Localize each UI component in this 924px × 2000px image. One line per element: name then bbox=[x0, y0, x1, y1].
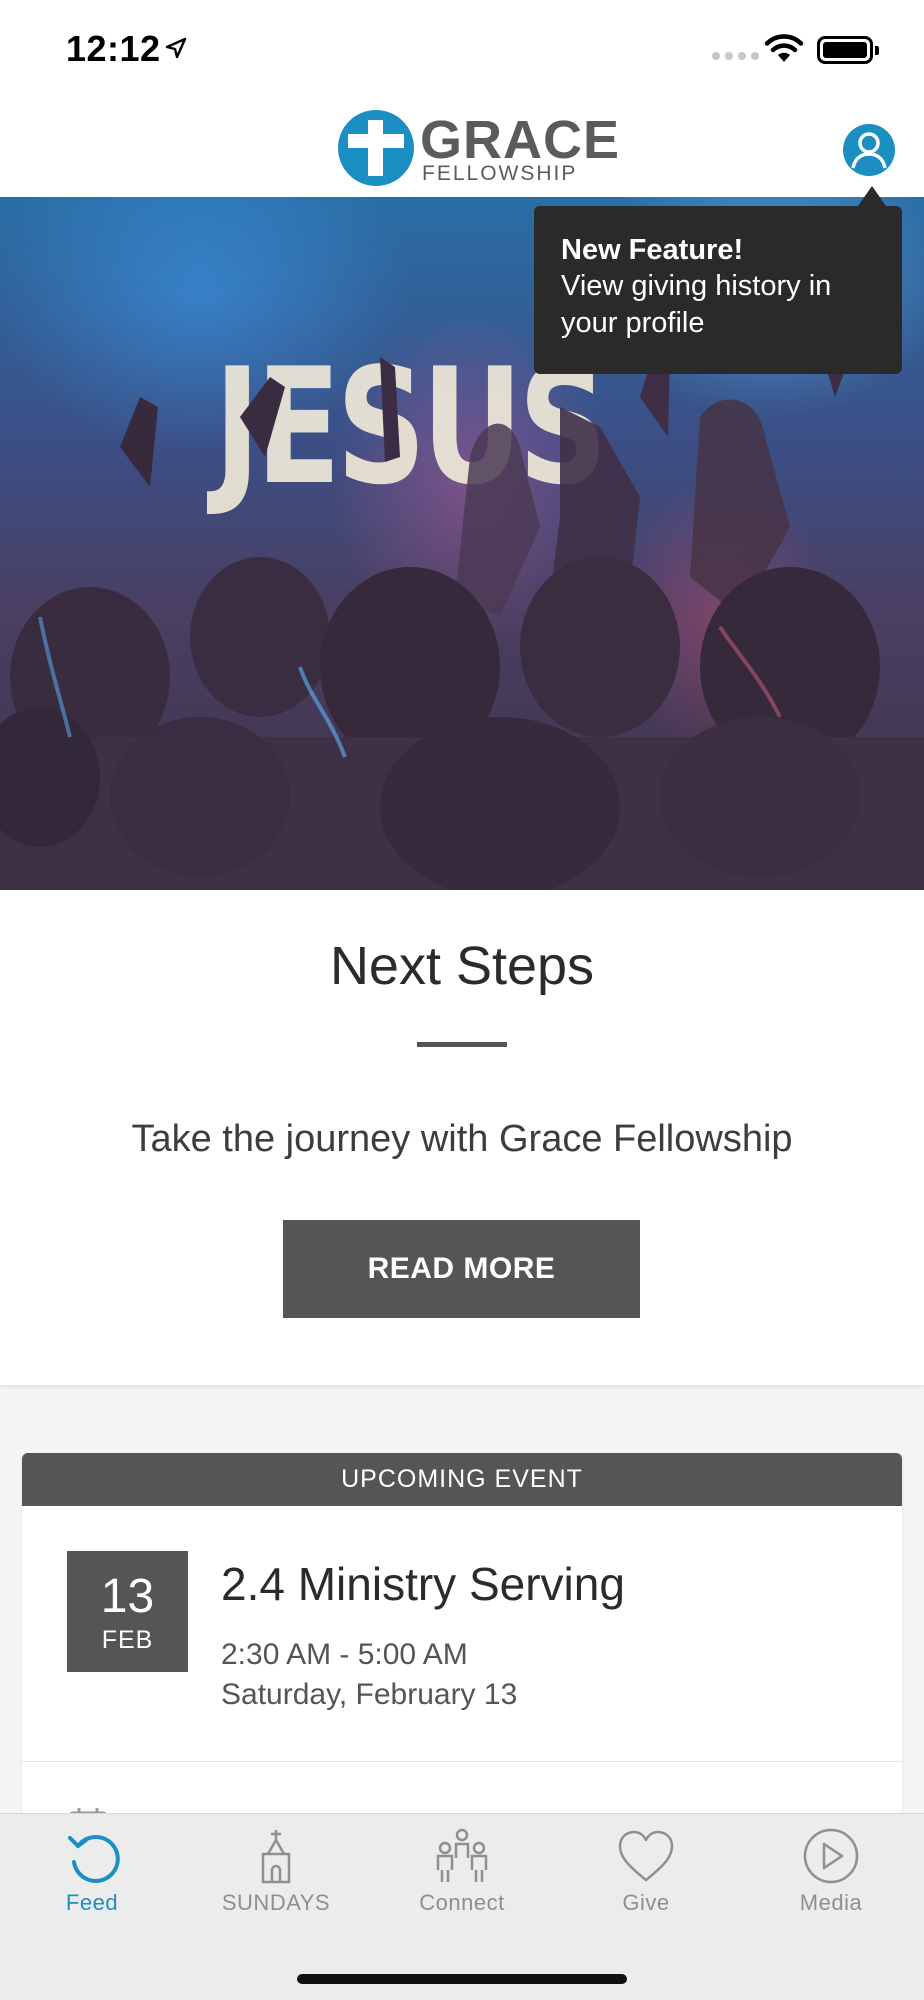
play-icon bbox=[803, 1828, 859, 1884]
tab-media[interactable]: Media bbox=[756, 1828, 906, 1916]
next-steps-title: Next Steps bbox=[329, 936, 595, 996]
title-divider bbox=[417, 1042, 507, 1047]
event-time: 2:30 AM - 5:00 AM bbox=[221, 1638, 468, 1671]
status-time: 12:12 bbox=[66, 28, 161, 69]
location-arrow-icon bbox=[165, 37, 187, 59]
status-bar: 12:12 bbox=[0, 0, 924, 100]
tab-label: Media bbox=[799, 1890, 863, 1915]
tab-sundays[interactable]: SUNDAYS bbox=[201, 1828, 351, 1916]
next-steps-card: Next Steps Take the journey with Grace F… bbox=[0, 890, 924, 1385]
tab-label: Connect bbox=[419, 1890, 505, 1915]
cross-logo-icon bbox=[338, 110, 414, 186]
new-feature-tooltip[interactable]: New Feature! View giving history in your… bbox=[534, 186, 902, 374]
profile-button[interactable] bbox=[843, 124, 895, 176]
event-month: FEB bbox=[101, 1626, 154, 1654]
next-steps-subtitle: Take the journey with Grace Fellowship bbox=[131, 1118, 793, 1160]
event-divider bbox=[22, 1761, 902, 1762]
event-date: Saturday, February 13 bbox=[221, 1678, 518, 1711]
event-date-badge: 13 FEB bbox=[67, 1551, 188, 1672]
logo-word: GRACE bbox=[420, 110, 621, 170]
heart-icon bbox=[618, 1830, 674, 1882]
upcoming-event-card[interactable]: UPCOMING EVENT 13 FEB 2.4 Ministry Servi… bbox=[22, 1453, 902, 1853]
refresh-icon bbox=[68, 1835, 120, 1883]
grace-fellowship-logo[interactable]: GRACE FELLOWSHIP bbox=[338, 110, 619, 188]
app-header: GRACE FELLOWSHIP bbox=[0, 100, 924, 197]
tab-connect[interactable]: Connect bbox=[387, 1828, 537, 1916]
logo-subtitle: FELLOWSHIP bbox=[422, 162, 578, 185]
tab-label: Give bbox=[622, 1890, 670, 1915]
battery-icon bbox=[817, 36, 879, 64]
bottom-tab-bar: Feed SUNDAYS Connect Give Media bbox=[0, 1813, 924, 2000]
read-more-button[interactable]: READ MORE bbox=[283, 1220, 640, 1318]
user-icon bbox=[851, 132, 887, 169]
tab-label: Feed bbox=[65, 1890, 119, 1915]
church-icon bbox=[261, 1830, 291, 1884]
event-day: 13 bbox=[100, 1570, 155, 1623]
event-title: 2.4 Ministry Serving bbox=[221, 1558, 625, 1610]
tab-give[interactable]: Give bbox=[571, 1828, 721, 1916]
tooltip-body: View giving history in your profile bbox=[561, 270, 832, 339]
tab-label: SUNDAYS bbox=[221, 1890, 331, 1915]
cellular-signal-icon bbox=[712, 52, 759, 60]
tab-feed[interactable]: Feed bbox=[17, 1828, 167, 1916]
tooltip-title: New Feature! bbox=[561, 234, 744, 266]
wifi-icon bbox=[764, 34, 804, 62]
home-indicator[interactable] bbox=[297, 1974, 627, 1984]
event-card-header: UPCOMING EVENT bbox=[22, 1453, 902, 1506]
people-icon bbox=[436, 1828, 488, 1882]
